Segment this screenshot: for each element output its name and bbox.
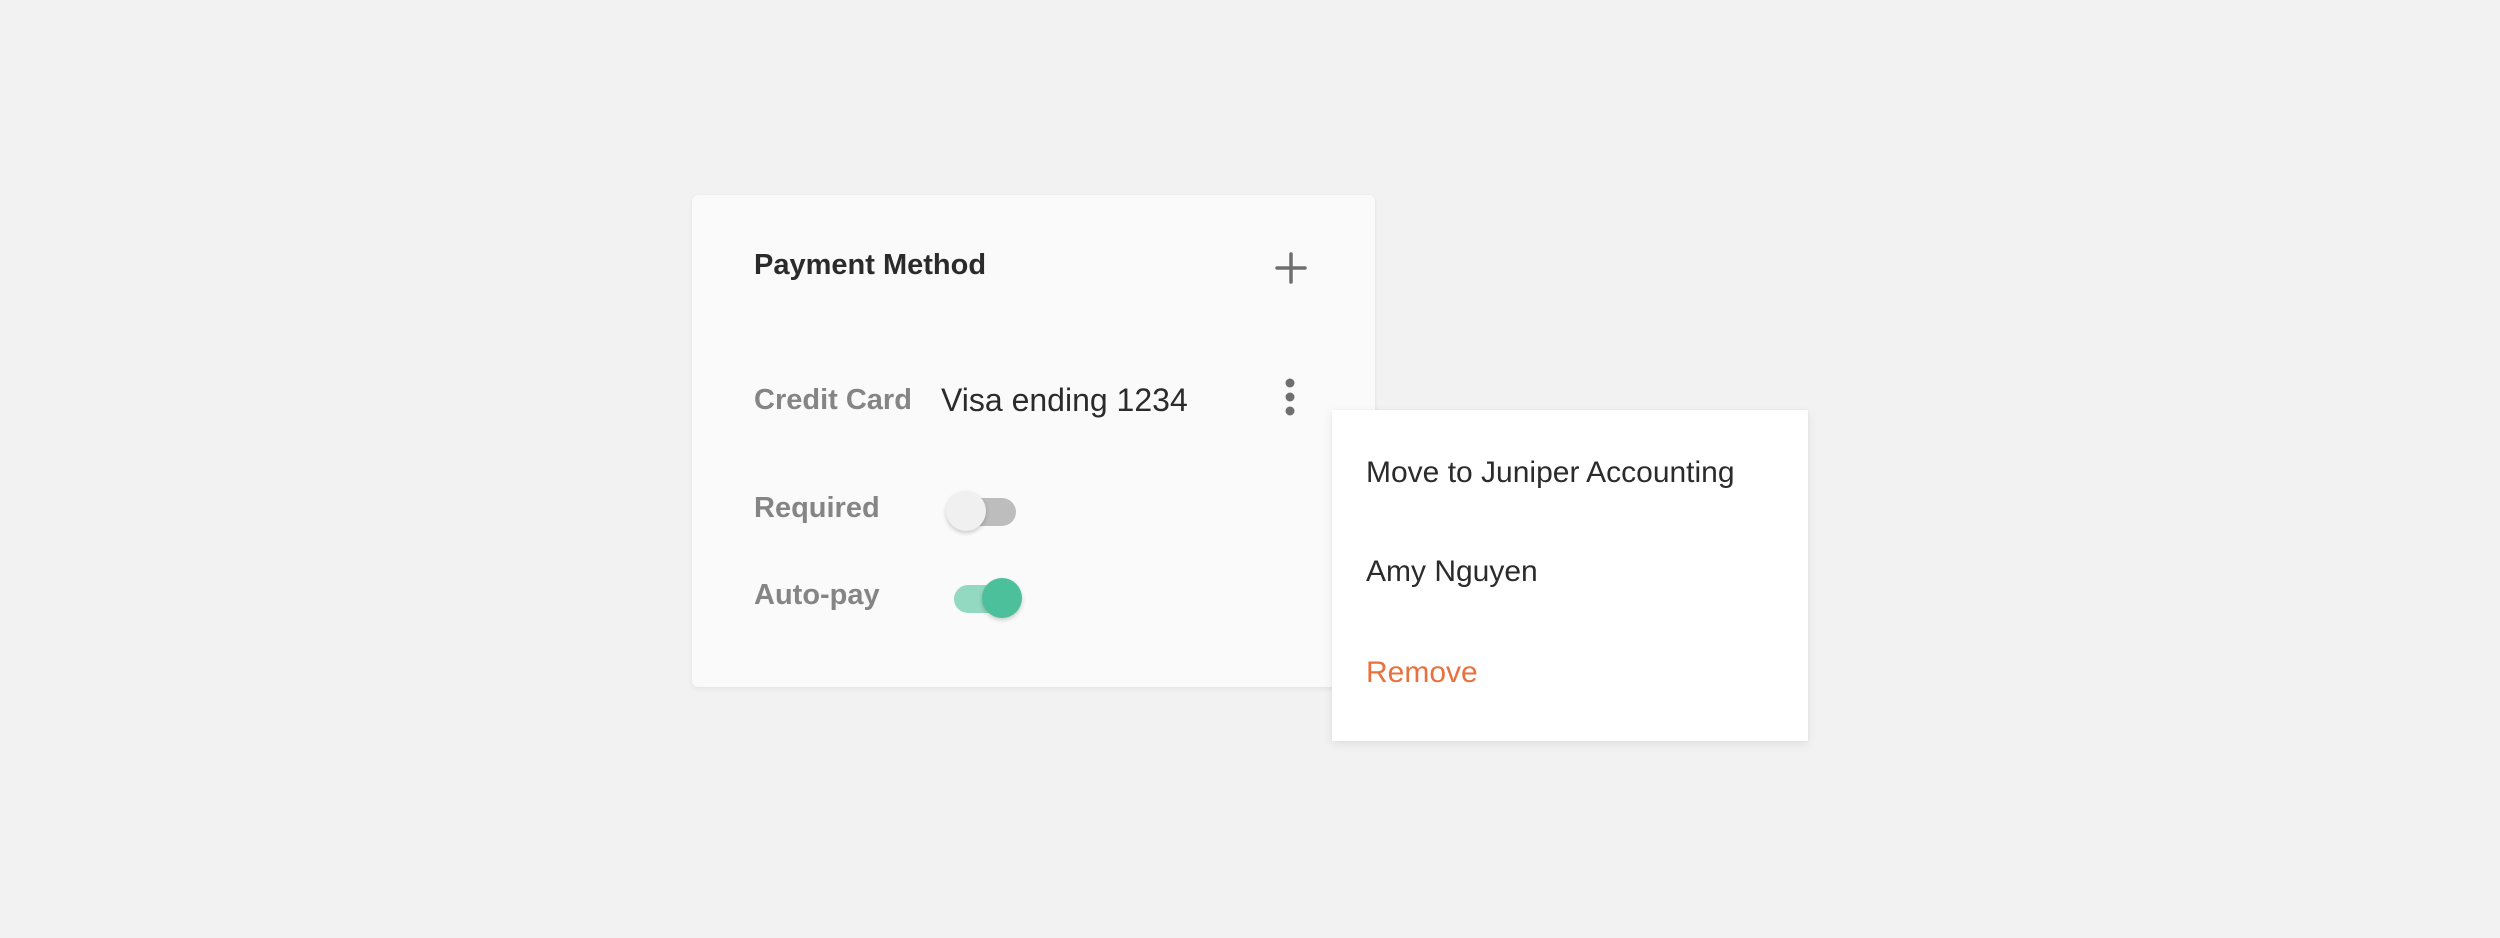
required-toggle[interactable] — [946, 488, 1022, 531]
plus-icon — [1275, 252, 1307, 284]
add-payment-method-button[interactable] — [1274, 251, 1308, 285]
menu-item-move[interactable]: Move to Juniper Accounting — [1366, 454, 1735, 492]
payment-card-value: Visa ending 1234 — [941, 382, 1188, 418]
toggle-knob — [982, 578, 1022, 618]
more-vertical-icon — [1285, 378, 1295, 416]
payment-type-label: Credit Card — [754, 384, 912, 416]
required-label: Required — [754, 492, 880, 524]
payment-method-card: Payment Method Credit Card Visa ending 1… — [692, 195, 1375, 687]
menu-item-remove[interactable]: Remove — [1366, 654, 1478, 692]
toggle-knob — [946, 491, 986, 531]
autopay-label: Auto-pay — [754, 579, 880, 611]
card-title: Payment Method — [754, 249, 987, 281]
payment-options-button[interactable] — [1278, 375, 1302, 419]
autopay-toggle[interactable] — [946, 575, 1022, 618]
menu-item-assignee[interactable]: Amy Nguyen — [1366, 553, 1538, 591]
payment-options-menu: Move to Juniper Accounting Amy Nguyen Re… — [1332, 410, 1808, 741]
